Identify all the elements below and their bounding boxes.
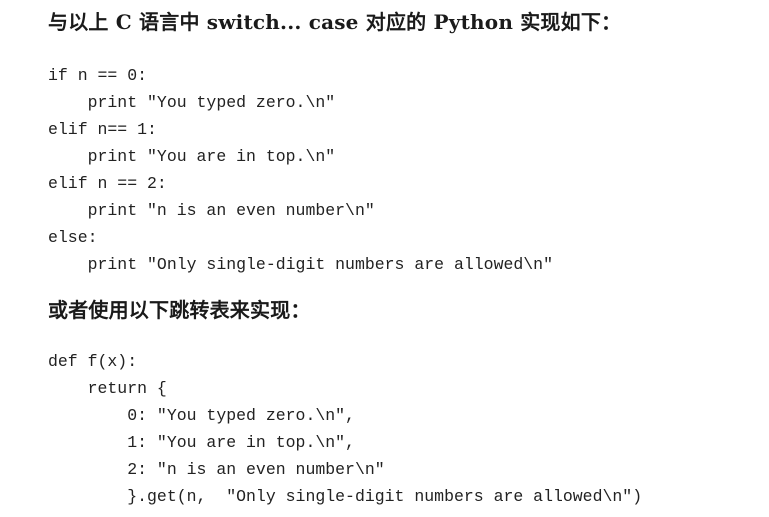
if-elif-code-block: if n == 0: print "You typed zero.\n" eli… <box>48 62 553 278</box>
code-line: 2: "n is an even number\n" <box>48 460 385 479</box>
code-line: print "You typed zero.\n" <box>48 93 336 112</box>
code-line: print "You are in top.\n" <box>48 147 336 166</box>
code-line: else: <box>48 228 98 247</box>
jump-table-heading: 或者使用以下跳转表来实现： <box>48 298 311 322</box>
code-line: elif n== 1: <box>48 120 157 139</box>
code-line: return { <box>48 379 167 398</box>
code-line: print "Only single-digit numbers are all… <box>48 255 553 274</box>
code-line: 1: "You are in top.\n", <box>48 433 355 452</box>
code-line: def f(x): <box>48 352 138 371</box>
intro-heading: 与以上 C 语言中 switch... case 对应的 Python 实现如下… <box>48 10 622 34</box>
jump-table-code-block: def f(x): return { 0: "You typed zero.\n… <box>48 348 642 510</box>
code-line: }.get(n, "Only single-digit numbers are … <box>48 487 643 506</box>
code-line: if n == 0: <box>48 66 148 85</box>
code-line: 0: "You typed zero.\n", <box>48 406 355 425</box>
code-line: print "n is an even number\n" <box>48 201 375 220</box>
code-line: elif n == 2: <box>48 174 167 193</box>
